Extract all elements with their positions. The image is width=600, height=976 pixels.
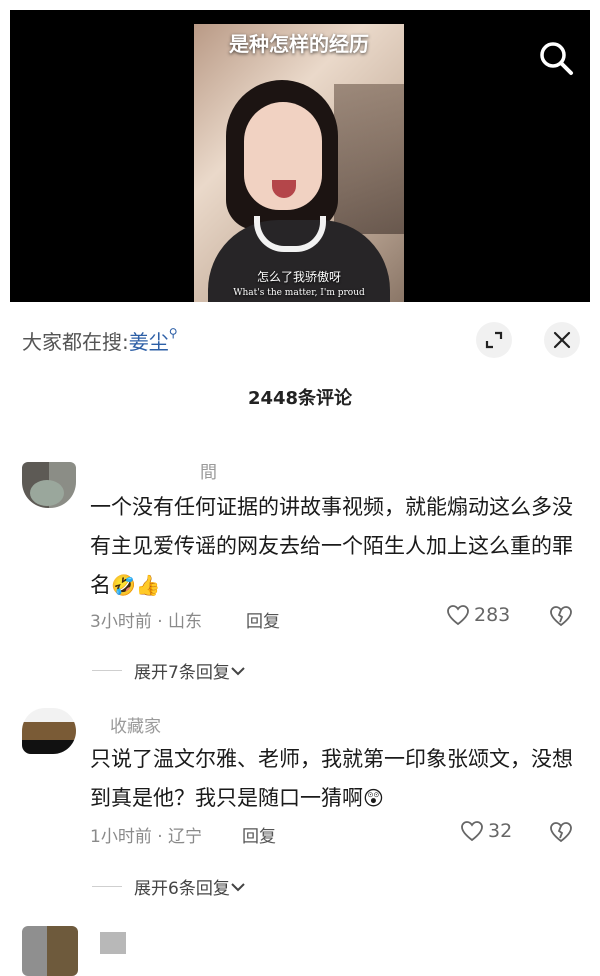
expand-replies-label: 展开7条回复: [134, 663, 230, 683]
trending-search-icon: ⚲: [168, 326, 178, 340]
heart-icon: [447, 605, 469, 626]
expand-icon: [485, 331, 503, 349]
close-icon: [553, 331, 571, 349]
reply-button[interactable]: 回复: [246, 607, 280, 632]
search-icon: [540, 42, 573, 75]
like-button[interactable]: 283: [446, 604, 510, 626]
comment-username-placeholder: [100, 932, 126, 954]
trending-prefix: 大家都在搜:: [22, 330, 129, 354]
like-count: 283: [474, 604, 511, 626]
video-subtitle-en: What's the matter, I'm proud: [233, 288, 365, 298]
avatar[interactable]: [22, 462, 76, 508]
chevron-down-icon: [231, 882, 245, 891]
avatar[interactable]: [22, 708, 76, 754]
like-count: 32: [488, 820, 513, 842]
like-button[interactable]: 32: [460, 820, 512, 842]
heart-icon: [461, 821, 483, 842]
dislike-icon: [550, 822, 572, 843]
video-player[interactable]: 是种怎样的经历 怎么了我骄傲呀 What's the matter, I'm p…: [10, 10, 590, 302]
comment-body: 一个没有任何证据的讲故事视频，就能煽动这么多没有主见爱传谣的网友去给一个陌生人加…: [90, 495, 573, 597]
dislike-button[interactable]: [549, 821, 573, 847]
chevron-down-icon: [231, 666, 245, 675]
video-subtitle-cn: 怎么了我骄傲呀: [256, 270, 341, 284]
close-button[interactable]: [544, 322, 580, 358]
video-frame: 是种怎样的经历 怎么了我骄傲呀 What's the matter, I'm p…: [194, 24, 404, 302]
video-title: 是种怎样的经历: [229, 32, 369, 56]
comment-text: 一个没有任何证据的讲故事视频，就能煽动这么多没有主见爱传谣的网友去给一个陌生人加…: [90, 488, 580, 605]
dislike-button[interactable]: [549, 605, 573, 631]
reply-button[interactable]: 回复: [242, 822, 276, 847]
comment-text: 只说了温文尔雅、老师，我就第一印象张颂文，没想到真是他？我只是随口一猜啊😲: [90, 740, 580, 818]
search-button[interactable]: [536, 38, 578, 80]
comment-emoji: 😲: [363, 786, 384, 810]
avatar[interactable]: [22, 926, 78, 976]
expand-replies-label: 展开6条回复: [134, 879, 230, 899]
comment-emoji: 🤣👍: [111, 573, 161, 597]
dislike-icon: [550, 606, 572, 627]
comment-meta: 3小时前 · 山东: [90, 612, 203, 632]
comment-username[interactable]: 收藏家: [110, 712, 161, 737]
expand-replies-button[interactable]: 展开7条回复: [92, 658, 246, 683]
comment-username[interactable]: 間: [200, 458, 217, 483]
video-background: [334, 84, 404, 234]
trending-search[interactable]: 大家都在搜:姜尘⚲: [22, 326, 178, 355]
comment-body: 只说了温文尔雅、老师，我就第一印象张颂文，没想到真是他？我只是随口一猜啊: [90, 747, 573, 810]
comment-count: 2448条评论: [247, 388, 353, 409]
expand-button[interactable]: [476, 322, 512, 358]
trending-keyword[interactable]: 姜尘: [129, 330, 169, 354]
comment-meta: 1小时前 · 辽宁: [90, 827, 203, 847]
expand-replies-button[interactable]: 展开6条回复: [92, 874, 246, 899]
